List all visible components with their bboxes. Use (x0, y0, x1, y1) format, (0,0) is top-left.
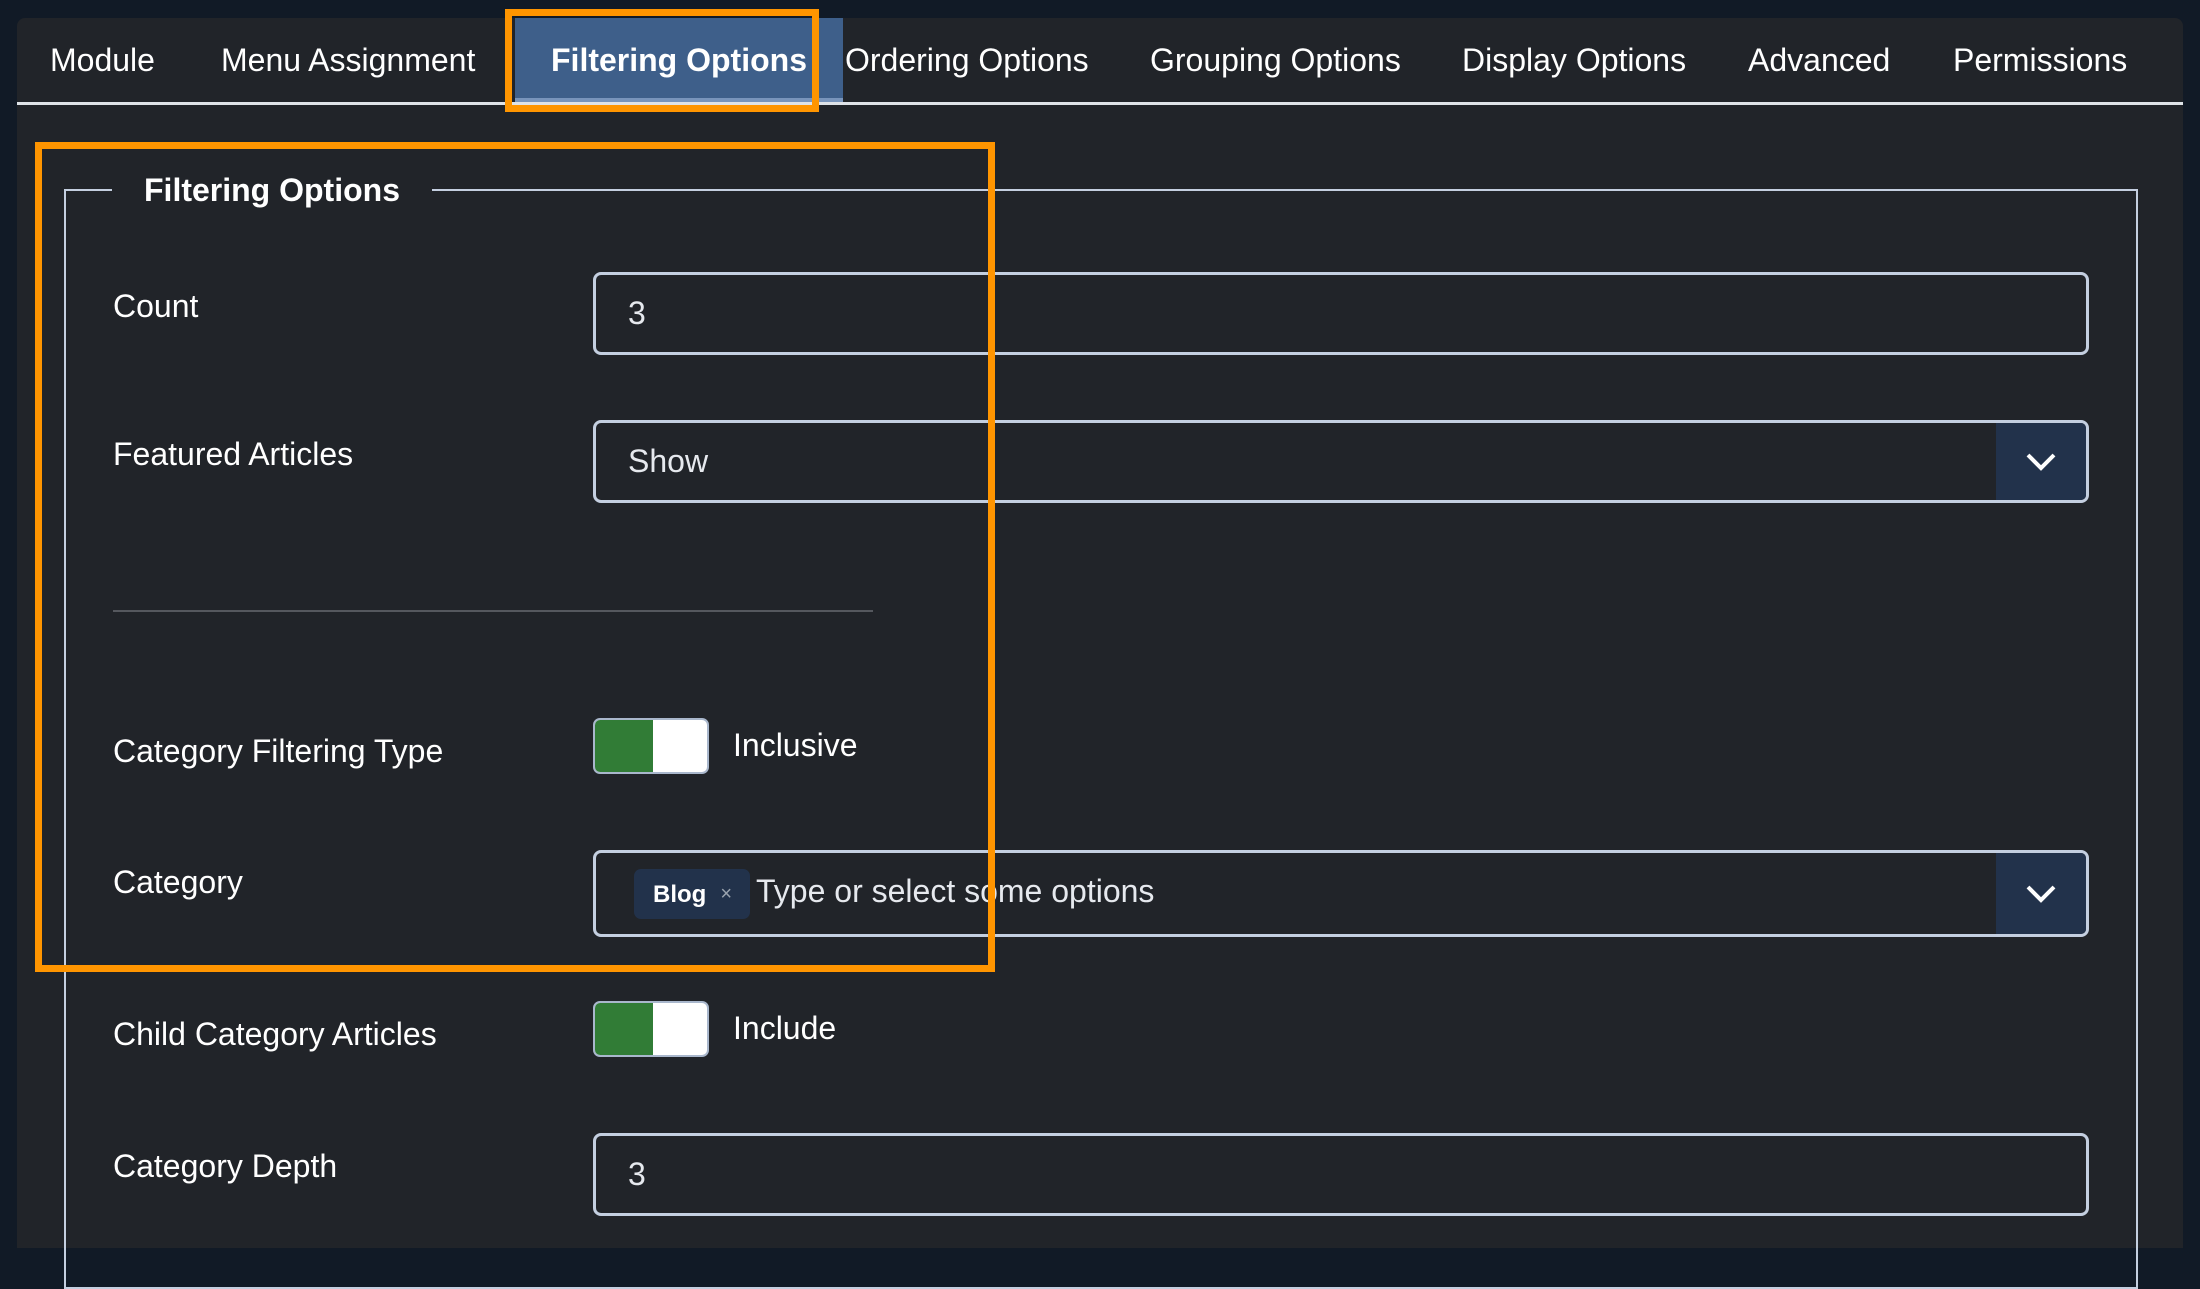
chip-label: Blog (653, 880, 707, 908)
chevron-down-icon (2026, 885, 2056, 903)
category-depth-label: Category Depth (113, 1148, 338, 1184)
category-placeholder[interactable]: Type or select some options (756, 853, 1154, 930)
count-label: Count (113, 288, 199, 324)
category-multiselect[interactable]: Blog × Type or select some options (593, 850, 2089, 937)
category-depth-input[interactable]: 3 (593, 1133, 2089, 1216)
category-filtering-type-label: Category Filtering Type (113, 733, 444, 769)
tab-grouping-options[interactable]: Grouping Options (1150, 18, 1401, 102)
toggle-on-indicator (595, 1003, 653, 1055)
category-chip-blog: Blog × (634, 869, 750, 919)
tab-ordering-options[interactable]: Ordering Options (845, 18, 1089, 102)
fieldset-legend: Filtering Options (112, 168, 432, 212)
featured-articles-value: Show (628, 443, 709, 479)
tab-permissions[interactable]: Permissions (1953, 18, 2127, 102)
tab-module[interactable]: Module (50, 18, 155, 102)
category-filtering-type-toggle[interactable] (593, 718, 709, 774)
child-category-articles-toggle[interactable] (593, 1001, 709, 1057)
tab-advanced[interactable]: Advanced (1748, 18, 1890, 102)
count-input[interactable]: 3 (593, 272, 2089, 355)
section-divider (113, 610, 873, 612)
child-category-articles-label: Child Category Articles (113, 1016, 437, 1052)
count-value: 3 (628, 295, 646, 331)
toggle-on-indicator (595, 720, 653, 772)
category-dropdown-button[interactable] (1996, 853, 2086, 934)
tab-menu-assignment[interactable]: Menu Assignment (221, 18, 475, 102)
tab-display-options[interactable]: Display Options (1462, 18, 1686, 102)
featured-articles-select[interactable]: Show (593, 420, 2089, 503)
featured-articles-dropdown-button[interactable] (1996, 423, 2086, 500)
category-filtering-type-state: Inclusive (733, 727, 858, 763)
child-category-articles-state: Include (733, 1010, 837, 1046)
category-label: Category (113, 864, 243, 900)
category-depth-value: 3 (628, 1156, 646, 1192)
tab-filtering-options[interactable]: Filtering Options (515, 18, 843, 102)
tab-bar: Module Menu Assignment Filtering Options… (17, 18, 2183, 105)
chevron-down-icon (2026, 453, 2056, 471)
chip-remove-icon[interactable]: × (720, 856, 732, 933)
featured-articles-label: Featured Articles (113, 436, 354, 472)
